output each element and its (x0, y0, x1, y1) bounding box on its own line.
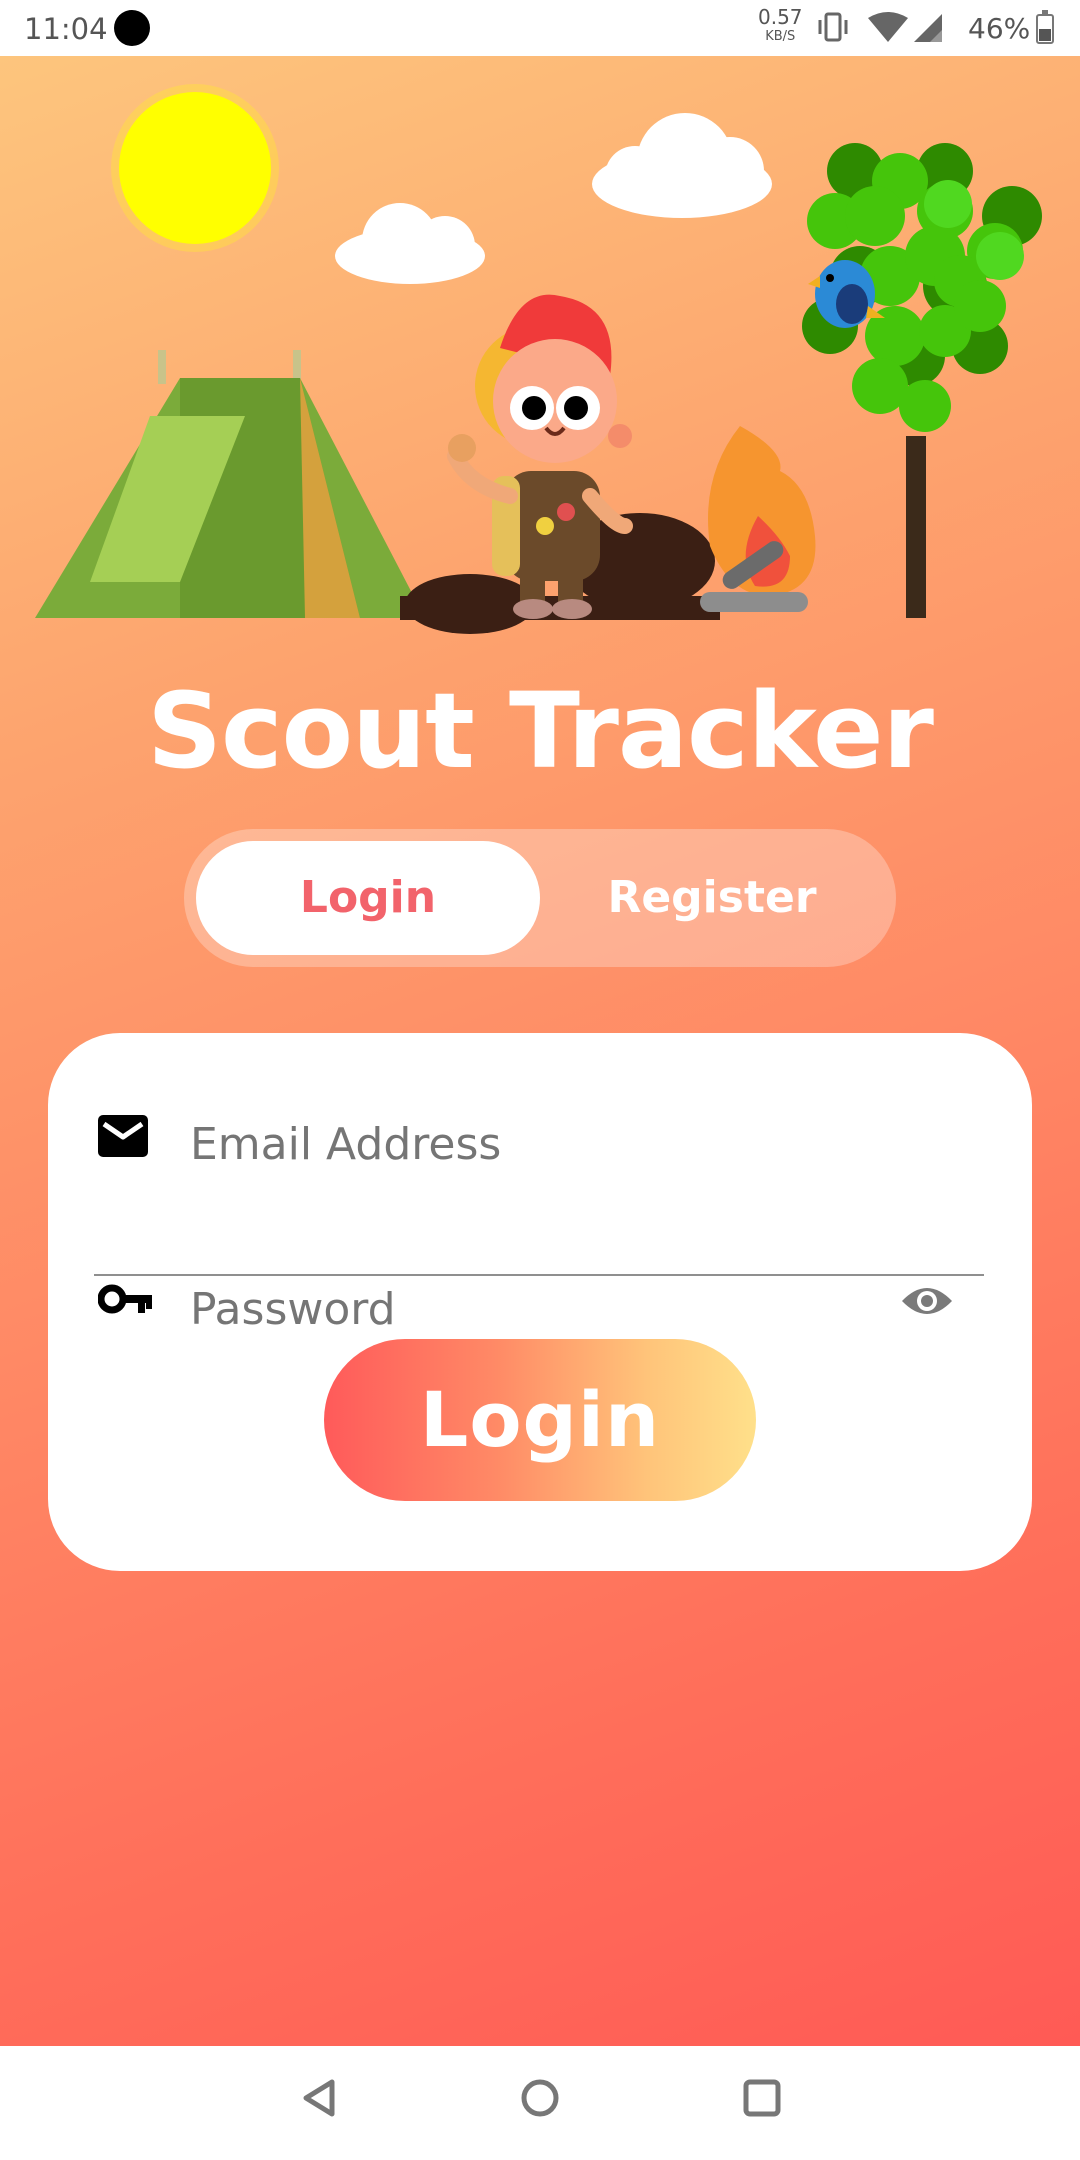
notification-dot-icon (114, 10, 150, 46)
eye-icon[interactable] (900, 1283, 954, 1319)
vibrate-icon (818, 12, 848, 42)
password-field[interactable] (188, 1268, 832, 1350)
login-button[interactable]: Login (324, 1339, 756, 1501)
email-field[interactable] (188, 1103, 952, 1185)
battery-percent: 46% (968, 12, 1031, 45)
wifi-icon (868, 12, 908, 42)
network-speed-value: 0.57 (758, 5, 803, 29)
status-time: 11:04 (24, 12, 108, 46)
network-speed: 0.57 KB/S (758, 5, 803, 46)
app-title: Scout Tracker (147, 670, 934, 792)
tent (35, 350, 425, 618)
auth-mode-toggle: Login Register (184, 829, 896, 967)
status-icons (818, 12, 942, 42)
network-speed-unit: KB/S (765, 29, 796, 44)
login-screen: Scout Tracker Login Register Login (0, 56, 1080, 2046)
system-nav-bar (0, 2046, 1080, 2160)
tree (802, 143, 1042, 618)
tab-login[interactable]: Login (196, 841, 540, 955)
key-icon (98, 1284, 152, 1314)
mail-icon (98, 1115, 148, 1157)
camping-illustration (35, 84, 1042, 634)
home-icon[interactable] (518, 2076, 562, 2120)
recents-icon[interactable] (740, 2076, 784, 2120)
campfire (700, 426, 816, 612)
tab-register[interactable]: Register (540, 841, 884, 955)
login-form-card: Login (48, 1033, 1032, 1571)
battery-icon (1036, 10, 1054, 44)
cloud (335, 203, 485, 284)
cloud (592, 113, 772, 218)
status-bar: 11:04 0.57 KB/S 46% (0, 0, 1080, 56)
back-icon[interactable] (298, 2076, 342, 2120)
